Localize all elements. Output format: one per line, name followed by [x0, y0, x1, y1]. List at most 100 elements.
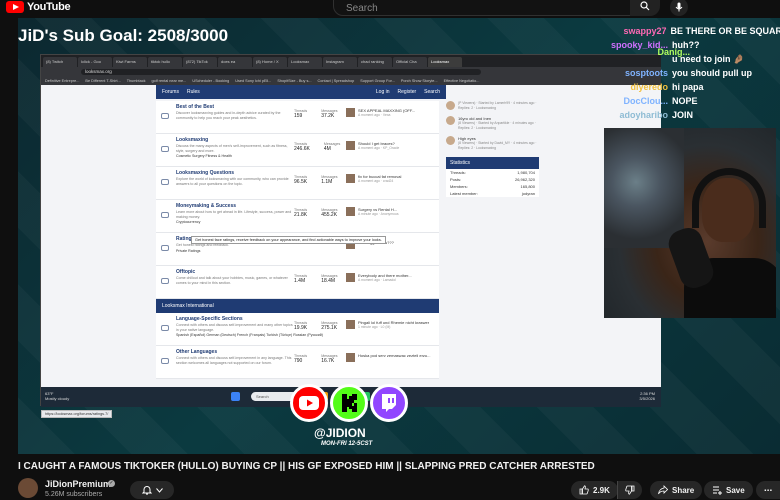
taskbar-weather: 63°F Mostly cloudy	[45, 391, 69, 401]
forum-nav-search: Search	[424, 89, 440, 95]
latest-thread-meta: (8 Viewers) · Started by David_MY · 4 mi…	[458, 141, 537, 150]
forum-last-post: Pingali lol fuff und Rhemie nicht kraswe…	[346, 320, 438, 329]
browser-address-bar: looksmax.org	[41, 67, 661, 77]
last-post-info: Surgery vs Rental H... A minute ago · Ano…	[358, 207, 399, 216]
like-button[interactable]: 2.9K	[571, 481, 618, 499]
video-title: I CAUGHT A FAMOUS TIKTOKER (HULLO) BUYIN…	[18, 461, 595, 472]
forum-icon	[161, 358, 169, 364]
chat-username: sosptoots	[624, 68, 668, 78]
last-post-meta: A moment ago · crad24	[358, 179, 394, 183]
forum-description: Discuss the many aspects of men's self-i…	[176, 144, 288, 153]
youtube-logo[interactable]: YouTube	[6, 0, 71, 14]
forum-stats: Threads 246.6K Messages 4M	[294, 142, 344, 152]
wall-poster	[604, 128, 684, 248]
last-post-info: Hoska pod serv zemaswac zezteli erzu...	[358, 353, 430, 362]
forum-nav-forums: Forums	[162, 89, 179, 95]
more-actions-button[interactable]: ⋯	[756, 481, 780, 499]
latest-thread-item: 16yro old and Inen (8 Viewers) · Started …	[446, 116, 539, 130]
forum-last-post: SEX APPEAL MAXXING (OFF... A moment ago ·…	[346, 108, 438, 117]
last-post-info: Everybody and there mother... A moment ag…	[358, 273, 412, 282]
statistic-label: Latest member:	[450, 190, 478, 196]
forum-messages-value: 1.1M	[321, 179, 333, 185]
chat-username: adoyharibo	[619, 110, 668, 120]
statistic-row: Members: 165,800	[446, 183, 539, 190]
bookmark-item: Used Sony Ichi pEll...	[235, 79, 272, 83]
forum-messages: Messages 455.2K	[321, 208, 338, 218]
save-button[interactable]: Save	[704, 481, 753, 499]
channel-avatar[interactable]	[18, 478, 38, 498]
statistic-value: 165,800	[520, 183, 535, 189]
last-post-info: Should I get braces? A moment ago · KP_Or…	[358, 141, 399, 150]
bookmark-item: Be Different T-Shirt...	[85, 79, 121, 83]
channel-name[interactable]: JiDionPremium	[45, 479, 111, 489]
forum-threads-value: 21.8K	[294, 212, 308, 218]
youtube-logo-icon	[290, 384, 328, 422]
dislike-button[interactable]	[617, 481, 642, 499]
forum-row: Offtopic Come chillout and talk about you…	[156, 266, 439, 299]
forum-threads-value: 246.6K	[294, 146, 310, 152]
forum-subforums: Cosmetic Surgery Fitness & Health	[176, 154, 232, 159]
statistic-label: Threads:	[450, 169, 466, 175]
notification-bell-button[interactable]	[130, 481, 174, 499]
forum-threads: Threads 21.8K	[294, 208, 308, 218]
forum-tooltip: Get honest face ratings, receive feedbac…	[191, 236, 386, 244]
forum-messages: Messages 37.2K	[321, 109, 338, 119]
chat-username: Danig...	[657, 47, 690, 57]
search-input[interactable]: Search	[333, 0, 633, 16]
forum-threads-value: 790	[294, 358, 303, 364]
forum-threads: Threads 790	[294, 354, 308, 364]
forum-description: Come chillout and talk about your hobbie…	[176, 276, 288, 285]
subscriber-count: 5.26M subscribers	[45, 491, 103, 498]
save-playlist-icon	[713, 486, 722, 495]
search-button[interactable]	[630, 0, 660, 16]
webcam-feed	[604, 128, 776, 318]
screen-capture: (8) Twitch Iclick - Goo Kiwi Farms tiktok h…	[40, 54, 661, 418]
bookmark-item: Effective Negotiatio...	[443, 79, 480, 83]
forum-messages-value: 275.1K	[321, 325, 338, 331]
chat-message: DocClou... NOPE	[608, 94, 780, 108]
forum-stats: Threads 19.9K Messages 275.1K	[294, 321, 344, 331]
share-icon	[658, 485, 668, 495]
sub-goal-overlay: JiD's Sub Goal: 2508/3000	[18, 26, 229, 45]
forum-threads: Threads 1.4M	[294, 274, 308, 284]
browser-tab: Official Cha	[393, 57, 427, 67]
twitch-logo-icon	[370, 384, 408, 422]
share-label: Share	[672, 485, 695, 495]
forum-threads: Threads 246.6K	[294, 142, 310, 152]
forum-nav-rules: Rules	[186, 89, 200, 95]
video-player[interactable]: JiD's Sub Goal: 2508/3000 (8) Twitch Icli…	[18, 18, 780, 454]
verified-check-icon: ✓	[108, 480, 115, 487]
forum-threads-value: 159	[294, 113, 303, 119]
browser-tab: Looksmax	[428, 57, 462, 67]
chat-message: swappy27 BE THERE OR BE SQUARE	[608, 24, 780, 38]
share-button[interactable]: Share	[650, 481, 703, 499]
bookmark-item: UScheduler - Booking	[192, 79, 230, 83]
chat-text: JOIN	[672, 110, 694, 120]
browser-tab: tiktok hullo	[148, 57, 182, 67]
latest-threads: (P Viewers) · Started by Lamerh99 · 4 mi…	[446, 101, 539, 151]
forum-last-post: Everybody and there mother... A moment ag…	[346, 273, 438, 282]
section-header-international: Looksmax International	[156, 299, 439, 313]
platform-logos	[290, 384, 408, 422]
browser-tab: Instagram	[323, 57, 357, 67]
microphone-icon	[675, 2, 683, 12]
bookmark-item: Porch Show Storyte...	[400, 79, 438, 83]
link-status-url: https://looksmax.org/forums/ratings.7/	[41, 410, 113, 418]
forum-messages-value: 455.2K	[321, 212, 338, 218]
latest-thread-meta: (P Viewers) · Started by Lamerh99 · 4 mi…	[458, 101, 537, 110]
chat-text: NOPE	[672, 96, 698, 106]
save-label: Save	[726, 485, 745, 495]
forum-last-post: Surgery vs Rental H... A minute ago · Ano…	[346, 207, 438, 216]
thread-avatar	[446, 101, 455, 110]
forum-description: Connect with others and discuss self-imp…	[176, 323, 293, 332]
forum-messages-value: 37.2K	[321, 113, 335, 119]
forum-nav-register: Register	[397, 89, 417, 95]
browser-url: looksmax.org	[81, 69, 481, 75]
statistic-row: Posts: 26,962,320	[446, 176, 539, 183]
forum-row: Other Languages Connect with others and d…	[156, 346, 439, 379]
voice-search-button[interactable]	[670, 0, 688, 16]
forum-messages-value: 4M	[323, 146, 331, 152]
forum-icon	[161, 146, 169, 152]
browser-tab: (872) TikTok	[183, 57, 217, 67]
last-post-meta: 1 minute ago · L0 (M)	[358, 325, 391, 329]
